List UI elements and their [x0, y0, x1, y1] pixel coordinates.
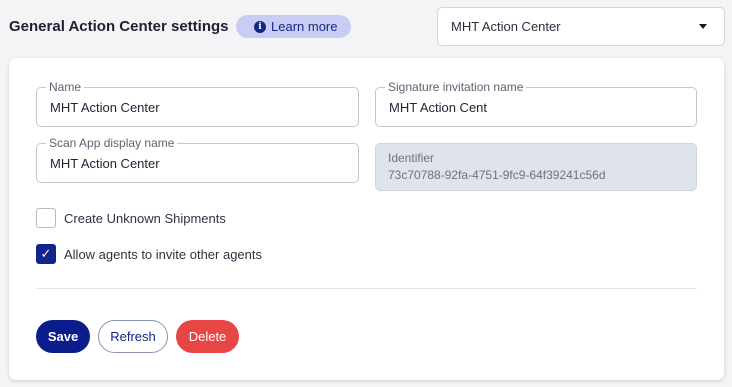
identifier-value: 73c70788-92fa-4751-9fc9-64f39241c56d — [388, 168, 606, 182]
name-field[interactable]: Name MHT Action Center — [36, 80, 359, 127]
action-center-select[interactable]: MHT Action Center — [437, 7, 725, 46]
identifier-label: Identifier — [388, 151, 435, 165]
info-icon: i — [254, 20, 266, 33]
page-title: General Action Center settings — [9, 18, 229, 35]
learn-more-button[interactable]: i Learn more — [236, 15, 351, 38]
create-unknown-shipments-label: Create Unknown Shipments — [64, 210, 226, 226]
delete-button[interactable]: Delete — [176, 320, 239, 353]
action-center-select-value: MHT Action Center — [451, 19, 561, 34]
signature-invitation-name-value: MHT Action Cent — [389, 100, 488, 115]
scan-app-display-name-value: MHT Action Center — [50, 156, 160, 171]
scan-app-display-name-field[interactable]: Scan App display name MHT Action Center — [36, 136, 359, 183]
divider — [36, 288, 697, 289]
allow-agents-invite-checkbox[interactable]: ✓ Allow agents to invite other agents — [36, 244, 262, 264]
refresh-button[interactable]: Refresh — [98, 320, 168, 353]
learn-more-label: Learn more — [271, 19, 338, 34]
scan-app-display-name-label: Scan App display name — [46, 136, 178, 150]
signature-invitation-name-label: Signature invitation name — [385, 80, 527, 94]
settings-card: Name MHT Action Center Signature invitat… — [9, 58, 724, 380]
allow-agents-invite-label: Allow agents to invite other agents — [64, 246, 263, 262]
caret-down-icon — [699, 24, 707, 29]
name-field-value: MHT Action Center — [50, 100, 160, 115]
identifier-field: Identifier 73c70788-92fa-4751-9fc9-64f39… — [375, 143, 697, 191]
checkmark-icon[interactable]: ✓ — [36, 244, 56, 264]
signature-invitation-name-field[interactable]: Signature invitation name MHT Action Cen… — [375, 80, 697, 127]
checkbox-unchecked[interactable] — [36, 208, 56, 228]
save-button[interactable]: Save — [36, 320, 90, 353]
name-field-label: Name — [46, 80, 85, 94]
create-unknown-shipments-checkbox[interactable]: Create Unknown Shipments — [36, 208, 226, 228]
